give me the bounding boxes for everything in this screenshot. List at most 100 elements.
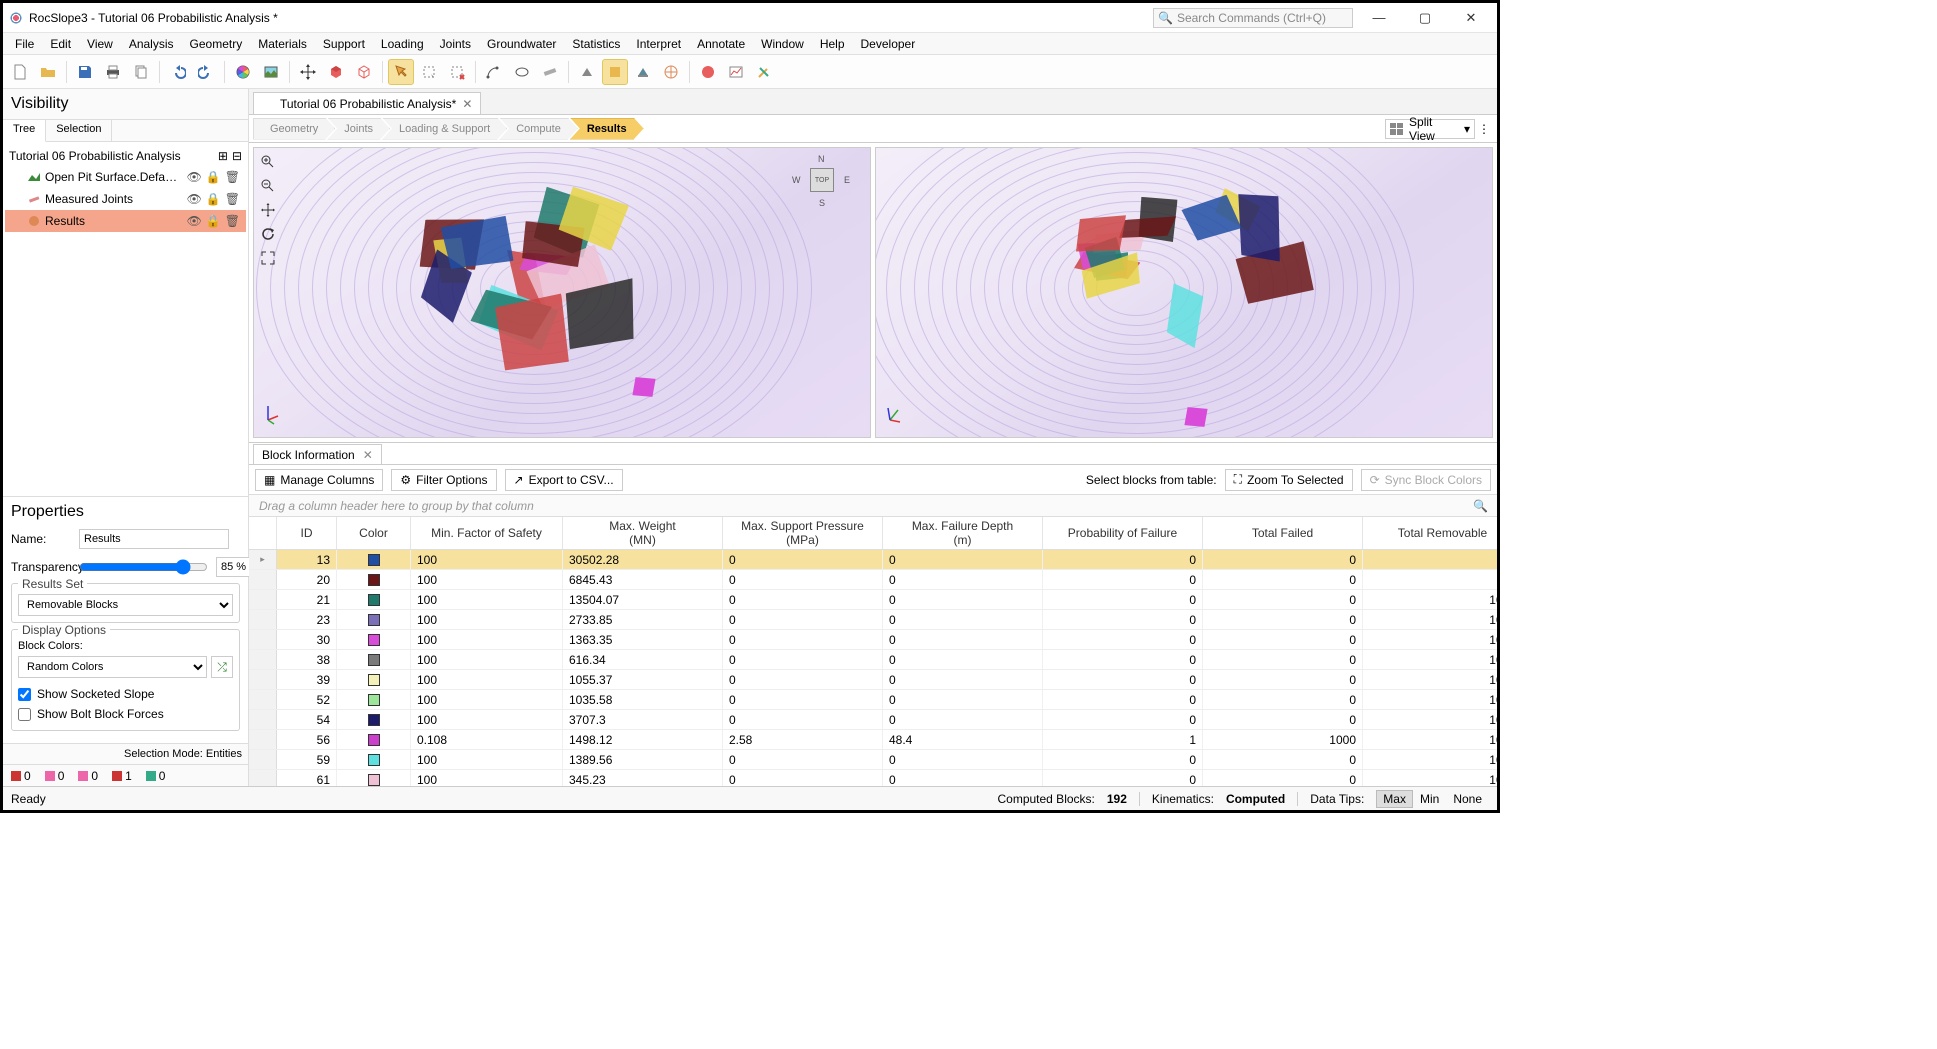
move-button[interactable] bbox=[295, 59, 321, 85]
row-handle[interactable] bbox=[249, 570, 277, 589]
print-button[interactable] bbox=[100, 59, 126, 85]
tree-item-results[interactable]: Results 👁 🔒 🗑 bbox=[5, 210, 246, 232]
table-header-col-1[interactable]: ID bbox=[277, 517, 337, 549]
row-handle[interactable] bbox=[249, 770, 277, 786]
table-header-col-0[interactable] bbox=[249, 517, 277, 549]
visibility-toggle-icon[interactable]: 👁 bbox=[187, 214, 202, 228]
split-view-select[interactable]: Split View ▾ bbox=[1385, 119, 1475, 139]
visibility-toggle-icon[interactable]: 👁 bbox=[187, 170, 202, 184]
table-header-col-2[interactable]: Color bbox=[337, 517, 411, 549]
menu-file[interactable]: File bbox=[7, 35, 42, 53]
color-wheel-button[interactable] bbox=[230, 59, 256, 85]
phase-compute[interactable]: Compute bbox=[499, 118, 578, 140]
image-export-button[interactable] bbox=[258, 59, 284, 85]
open-file-button[interactable] bbox=[35, 59, 61, 85]
table-row[interactable]: 23 100 2733.85 0 0 0 0 1000 bbox=[249, 610, 1497, 630]
deselect-button[interactable] bbox=[444, 59, 470, 85]
zoom-to-selected-button[interactable]: ⛶ Zoom To Selected bbox=[1225, 469, 1353, 491]
menu-geometry[interactable]: Geometry bbox=[182, 35, 251, 53]
row-handle[interactable] bbox=[249, 670, 277, 689]
lock-icon[interactable]: 🔒 bbox=[206, 192, 221, 206]
phase-joints[interactable]: Joints bbox=[327, 118, 390, 140]
tree-item-open-pit-surface-default-mesh-rep[interactable]: Open Pit Surface.Default.Mesh_rep 👁 🔒 🗑 bbox=[5, 166, 246, 188]
menu-groundwater[interactable]: Groundwater bbox=[479, 35, 564, 53]
close-button[interactable]: ✕ bbox=[1451, 3, 1491, 33]
table-header-col-5[interactable]: Max. Support Pressure (MPa) bbox=[723, 517, 883, 549]
menu-loading[interactable]: Loading bbox=[373, 35, 432, 53]
select-button[interactable] bbox=[388, 59, 414, 85]
table-row[interactable]: ▸ 13 100 30502.28 0 0 0 0 2 bbox=[249, 550, 1497, 570]
pan-icon[interactable] bbox=[258, 200, 278, 220]
table-row[interactable]: 39 100 1055.37 0 0 0 0 1000 bbox=[249, 670, 1497, 690]
show-socketed-checkbox[interactable] bbox=[18, 688, 31, 701]
cube-solid-button[interactable] bbox=[323, 59, 349, 85]
close-panel-icon[interactable]: ✕ bbox=[363, 448, 373, 462]
lasso-select-button[interactable] bbox=[416, 59, 442, 85]
manage-columns-button[interactable]: ▦ Manage Columns bbox=[255, 469, 383, 491]
table-row[interactable]: 20 100 6845.43 0 0 0 0 2 bbox=[249, 570, 1497, 590]
undo-button[interactable] bbox=[165, 59, 191, 85]
command-search[interactable]: 🔍 Search Commands (Ctrl+Q) bbox=[1153, 8, 1353, 28]
table-row[interactable]: 61 100 345.23 0 0 0 0 1000 bbox=[249, 770, 1497, 786]
save-button[interactable] bbox=[72, 59, 98, 85]
redo-button[interactable] bbox=[193, 59, 219, 85]
visibility-toggle-icon[interactable]: 👁 bbox=[187, 192, 202, 206]
measure-tape-button[interactable] bbox=[537, 59, 563, 85]
table-row[interactable]: 30 100 1363.35 0 0 0 0 1000 bbox=[249, 630, 1497, 650]
table-row[interactable]: 54 100 3707.3 0 0 0 0 1000 bbox=[249, 710, 1497, 730]
tab-selection[interactable]: Selection bbox=[46, 120, 112, 141]
results-set-select[interactable]: Removable Blocks bbox=[18, 594, 233, 616]
table-row[interactable]: 21 100 13504.07 0 0 0 0 1000 bbox=[249, 590, 1497, 610]
show-bolt-forces-checkbox[interactable] bbox=[18, 708, 31, 721]
block-colors-select[interactable]: Random Colors bbox=[18, 656, 207, 678]
row-handle[interactable] bbox=[249, 630, 277, 649]
table-row[interactable]: 59 100 1389.56 0 0 0 0 1000 bbox=[249, 750, 1497, 770]
collapse-all-icon[interactable]: ⊟ bbox=[232, 149, 242, 163]
table-row[interactable]: 38 100 616.34 0 0 0 0 1000 bbox=[249, 650, 1497, 670]
row-handle[interactable] bbox=[249, 650, 277, 669]
net-button[interactable] bbox=[658, 59, 684, 85]
table-header-col-4[interactable]: Max. Weight (MN) bbox=[563, 517, 723, 549]
datatip-min[interactable]: Min bbox=[1413, 790, 1446, 808]
table-search-icon[interactable]: 🔍 bbox=[1473, 499, 1487, 513]
menu-materials[interactable]: Materials bbox=[250, 35, 315, 53]
row-handle[interactable] bbox=[249, 610, 277, 629]
table-row[interactable]: 56 0.108 1498.12 2.58 48.4 1 1000 1000 bbox=[249, 730, 1497, 750]
document-tab[interactable]: Tutorial 06 Probabilistic Analysis* ✕ bbox=[253, 92, 481, 114]
filter-options-button[interactable]: ⚙ Filter Options bbox=[391, 469, 496, 491]
lock-icon[interactable]: 🔒 bbox=[206, 170, 221, 184]
tab-tree[interactable]: Tree bbox=[3, 120, 46, 142]
wedge-button[interactable] bbox=[574, 59, 600, 85]
vector-button[interactable] bbox=[751, 59, 777, 85]
menu-help[interactable]: Help bbox=[812, 35, 853, 53]
zoom-out-icon[interactable] bbox=[258, 176, 278, 196]
menu-developer[interactable]: Developer bbox=[853, 35, 924, 53]
table-header-col-7[interactable]: Probability of Failure bbox=[1043, 517, 1203, 549]
maximize-button[interactable]: ▢ bbox=[1405, 3, 1445, 33]
delete-icon[interactable]: 🗑 bbox=[225, 214, 240, 228]
datatip-max[interactable]: Max bbox=[1376, 790, 1413, 808]
menu-analysis[interactable]: Analysis bbox=[121, 35, 182, 53]
menu-joints[interactable]: Joints bbox=[432, 35, 479, 53]
table-header-col-9[interactable]: Total Removable bbox=[1363, 517, 1497, 549]
plot-button[interactable] bbox=[723, 59, 749, 85]
phase-geometry[interactable]: Geometry bbox=[253, 118, 335, 140]
tree-item-measured-joints[interactable]: Measured Joints 👁 🔒 🗑 bbox=[5, 188, 246, 210]
table-header-col-8[interactable]: Total Failed bbox=[1203, 517, 1363, 549]
delete-icon[interactable]: 🗑 bbox=[225, 192, 240, 206]
row-handle[interactable] bbox=[249, 750, 277, 769]
block-info-tab[interactable]: Block Information ✕ bbox=[253, 444, 382, 464]
menu-statistics[interactable]: Statistics bbox=[564, 35, 628, 53]
viewport-left[interactable]: N E S W TOP bbox=[253, 147, 871, 438]
rotate-icon[interactable] bbox=[258, 224, 278, 244]
table-header-col-3[interactable]: Min. Factor of Safety bbox=[411, 517, 563, 549]
close-tab-icon[interactable]: ✕ bbox=[462, 97, 472, 111]
projection-button[interactable] bbox=[630, 59, 656, 85]
measure-button[interactable] bbox=[481, 59, 507, 85]
shape-button[interactable] bbox=[509, 59, 535, 85]
shuffle-colors-button[interactable]: ⤮ bbox=[211, 656, 233, 678]
phase-loading-support[interactable]: Loading & Support bbox=[382, 118, 507, 140]
tree-root-label[interactable]: Tutorial 06 Probabilistic Analysis bbox=[9, 149, 214, 163]
sync-block-colors-button[interactable]: ⟳ Sync Block Colors bbox=[1361, 469, 1491, 491]
menu-window[interactable]: Window bbox=[753, 35, 812, 53]
